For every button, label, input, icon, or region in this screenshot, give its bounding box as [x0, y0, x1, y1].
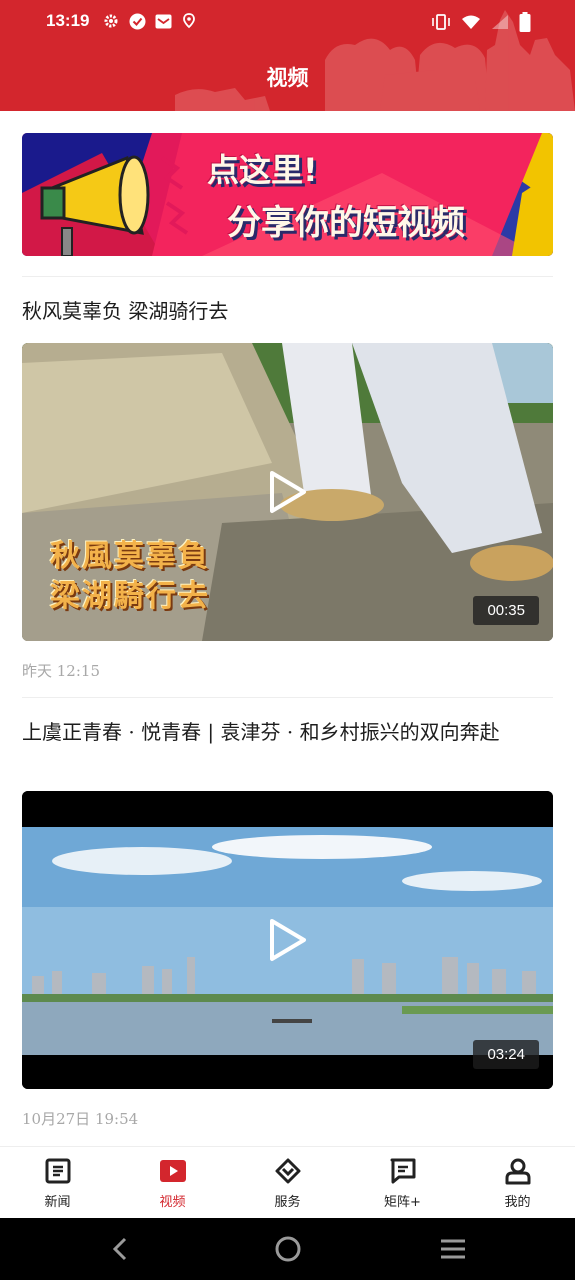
battery-icon — [519, 12, 531, 36]
user-icon — [505, 1158, 530, 1185]
tab-label: 我的 — [504, 1195, 531, 1210]
video-duration: 03:24 — [473, 1040, 539, 1069]
banner-headline: 点这里! — [207, 151, 318, 189]
video-item-title[interactable]: 秋风莫辜负 梁湖骑行去 — [22, 298, 553, 324]
video-thumbnail[interactable]: 秋風莫辜負 梁湖騎行去 00:35 — [22, 343, 553, 641]
news-icon — [45, 1158, 70, 1184]
service-diamond-icon — [275, 1158, 300, 1184]
chat-matrix-icon — [390, 1158, 415, 1184]
tab-service[interactable]: 服务 — [230, 1147, 345, 1218]
page-title: 视频 — [266, 66, 309, 90]
tab-news[interactable]: 新闻 — [0, 1147, 115, 1218]
signal-icon — [491, 14, 509, 34]
status-bar: 13:19 — [0, 0, 575, 48]
mail-icon — [154, 12, 172, 30]
play-icon[interactable] — [268, 917, 308, 963]
recent-apps-icon[interactable] — [437, 1233, 469, 1265]
banner-subheadline: 分享你的短视频 — [227, 203, 465, 243]
tab-label: 矩阵+ — [384, 1195, 421, 1210]
vibrate-icon — [431, 14, 451, 34]
video-thumbnail[interactable]: 03:24 — [22, 791, 553, 1089]
wifi-icon — [461, 14, 481, 34]
divider — [22, 276, 553, 277]
share-video-banner[interactable]: 点这里! 分享你的短视频 — [22, 133, 553, 256]
video-item-title[interactable]: 上虞正青春 · 悦青春 | 袁津芬 · 和乡村振兴的双向奔赴 — [22, 719, 553, 745]
tab-label: 视频 — [159, 1195, 186, 1210]
back-icon[interactable] — [105, 1233, 137, 1265]
bottom-tab-bar: 新闻 视频 服务 矩阵+ 我的 — [0, 1146, 575, 1218]
app-header: 13:19 视频 — [0, 0, 575, 111]
system-navigation-bar — [0, 1218, 575, 1280]
tab-matrix[interactable]: 矩阵+ — [345, 1147, 460, 1218]
divider — [22, 697, 553, 698]
location-icon — [180, 12, 198, 30]
home-icon[interactable] — [272, 1233, 304, 1265]
tab-me[interactable]: 我的 — [460, 1147, 575, 1218]
video-duration: 00:35 — [473, 596, 539, 625]
video-timestamp: 昨天 12:15 — [22, 662, 100, 680]
tab-label: 新闻 — [44, 1195, 71, 1210]
video-play-icon — [159, 1160, 186, 1182]
tab-label: 服务 — [274, 1195, 301, 1210]
tab-video[interactable]: 视频 — [115, 1147, 230, 1218]
video-timestamp: 10月27日 19:54 — [22, 1110, 139, 1128]
check-circle-icon — [128, 12, 146, 30]
video-overlay-caption-line2: 梁湖騎行去 — [50, 579, 210, 614]
gear-icon — [102, 12, 120, 30]
video-feed[interactable]: 点这里! 分享你的短视频 秋风莫辜负 梁湖骑行去 秋風莫辜負 梁湖騎行去 00:… — [0, 111, 575, 1146]
status-time: 13:19 — [46, 11, 90, 30]
video-overlay-caption-line1: 秋風莫辜負 — [50, 539, 210, 574]
play-icon[interactable] — [268, 469, 308, 515]
